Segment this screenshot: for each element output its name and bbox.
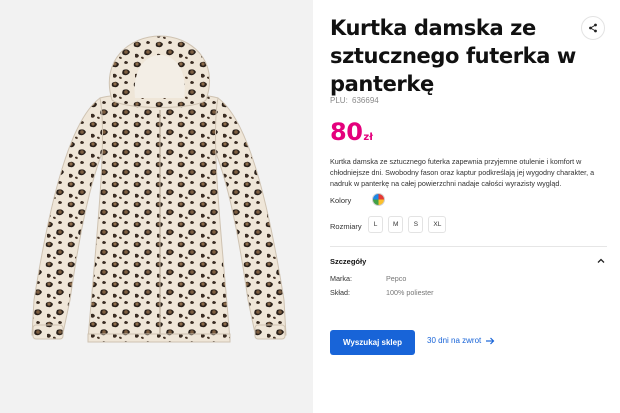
price-amount: 80 (330, 118, 363, 146)
plu-label: PLU: (330, 96, 348, 105)
share-icon (589, 23, 597, 33)
product-image[interactable] (0, 0, 313, 413)
product-title: Kurtka damska ze sztucznego futerka w pa… (330, 16, 576, 96)
sizes-label: Rozmiary (330, 222, 362, 231)
arrow-right-icon (486, 337, 495, 344)
size-option-xl[interactable]: XL (428, 216, 447, 233)
product-description: Kurtka damska ze sztucznego futerka zape… (330, 157, 595, 188)
find-store-button[interactable]: Wyszukaj sklep (330, 330, 415, 355)
size-options: L M S XL (368, 216, 447, 233)
colors-label: Kolory (330, 196, 352, 205)
detail-value: 100% poliester (386, 288, 434, 297)
return-policy-link[interactable]: 30 dni na zwrot (427, 336, 495, 345)
return-policy-label: 30 dni na zwrot (427, 336, 482, 345)
detail-label: Skład: (330, 288, 350, 297)
plu-value: 636694 (352, 96, 379, 105)
product-page: Kurtka damska ze sztucznego futerka w pa… (0, 0, 620, 413)
size-option-l[interactable]: L (368, 216, 383, 233)
product-plu: PLU: 636694 (330, 96, 379, 105)
detail-label: Marka: (330, 274, 352, 283)
chevron-up-icon[interactable] (596, 256, 606, 266)
price-currency: zł (363, 132, 373, 143)
share-button[interactable] (581, 16, 605, 40)
size-option-m[interactable]: M (388, 216, 404, 233)
details-divider (330, 246, 607, 247)
multicolor-swatch-icon[interactable] (372, 193, 385, 206)
size-option-s[interactable]: S (408, 216, 424, 233)
details-title[interactable]: Szczegóły (330, 257, 366, 266)
product-price: 80zł (330, 118, 373, 146)
leopard-print-jacket-image (31, 35, 287, 343)
detail-value: Pepco (386, 274, 407, 283)
